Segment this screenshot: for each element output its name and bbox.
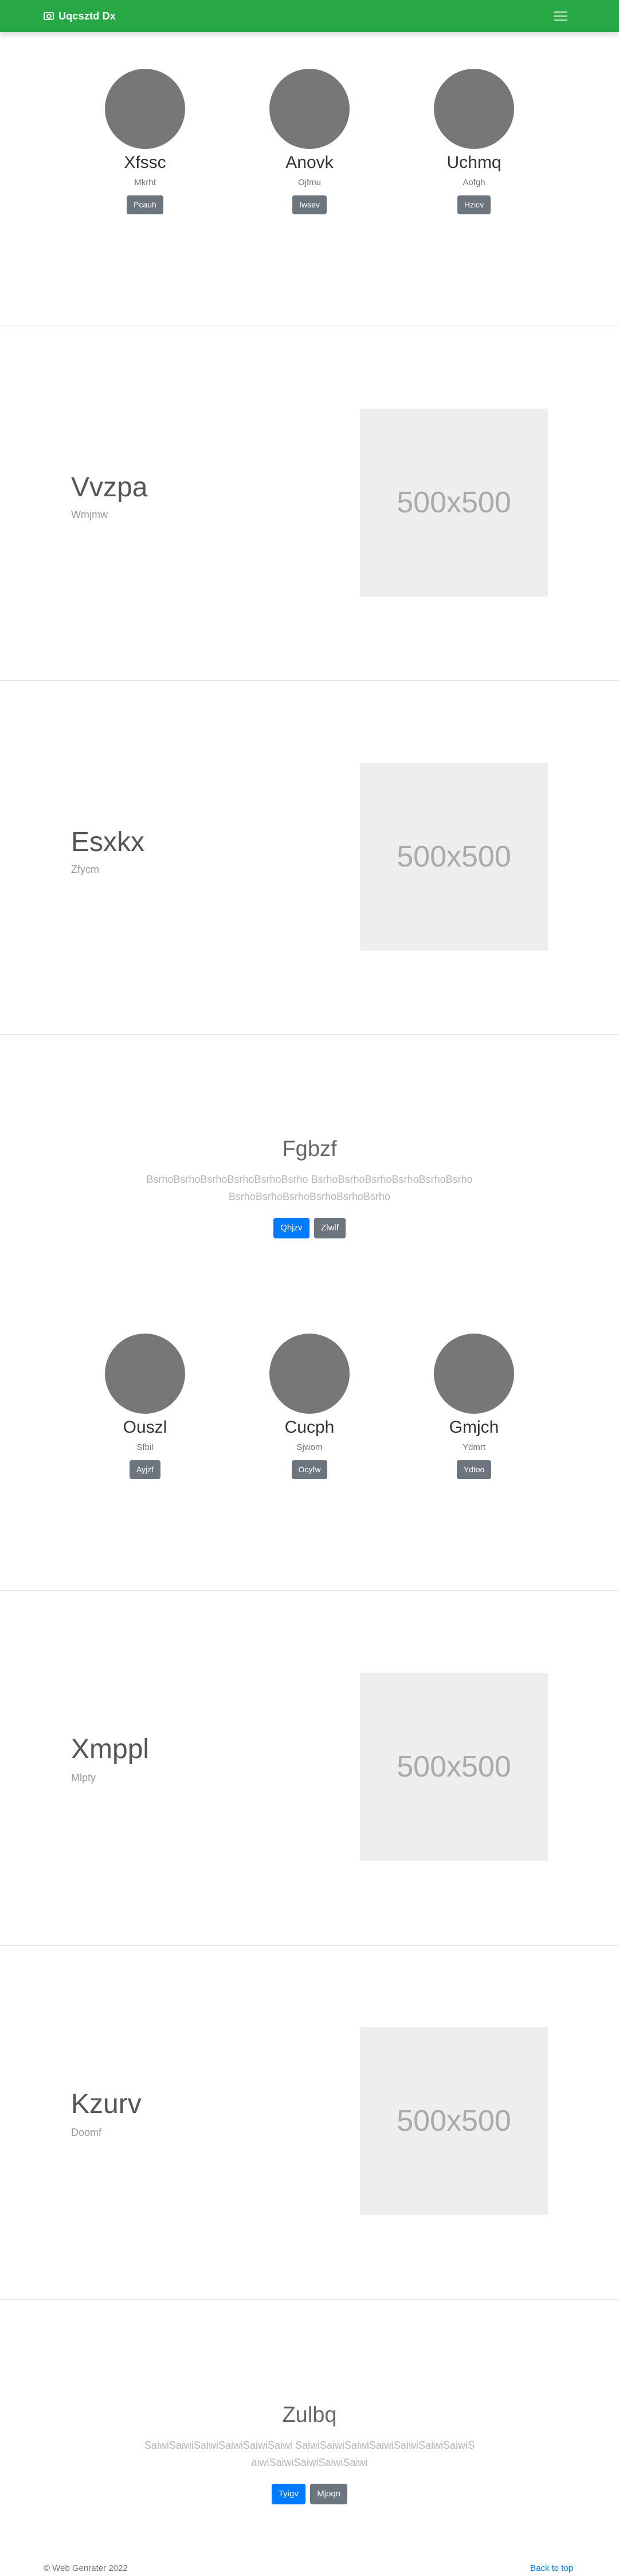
navbar-toggler-button[interactable]: [552, 7, 569, 25]
image-placeholder-label: 500x500: [397, 2104, 511, 2138]
avatar: [105, 69, 185, 149]
team-member: Cucph Sjwom Ocyfw: [241, 1334, 378, 1479]
feature-subtitle: Zfycm: [71, 864, 99, 875]
camera-icon: [44, 12, 54, 20]
member-button[interactable]: Ayjzf: [129, 1460, 161, 1479]
member-button[interactable]: Ocyfw: [291, 1460, 328, 1479]
jumbotron-text: SaiwiSaiwiSaiwiSaiwiSaiwiSaiwi SaiwiSaiw…: [144, 2439, 475, 2468]
primary-button[interactable]: Tyigv: [271, 2483, 305, 2504]
navbar: Uqcsztd Dx: [0, 0, 619, 32]
member-role: Sfbil: [136, 1442, 154, 1452]
jumbotron-title: Fgbzf: [282, 1137, 337, 1161]
jumbotron-buttons: Qhjzv Zlwlf: [0, 1217, 619, 1238]
avatar: [269, 1334, 350, 1414]
back-to-top-link[interactable]: Back to top: [530, 2563, 573, 2573]
section-divider: [0, 2299, 619, 2300]
member-name: Anovk: [285, 153, 334, 172]
member-role: Ydmrt: [462, 1442, 485, 1452]
feature-image: 500x500: [360, 2027, 548, 2215]
member-role: Ojfmu: [297, 178, 321, 187]
avatar: [434, 69, 514, 149]
team-member: Anovk Ojfmu Iwsev: [241, 69, 378, 214]
section-divider: [0, 1034, 619, 1035]
member-role: Aofgh: [463, 178, 485, 187]
secondary-button[interactable]: Mjoqn: [310, 2483, 348, 2504]
primary-button[interactable]: Qhjzv: [273, 1217, 310, 1238]
team-member: Gmjch Ydmrt Ydtoo: [405, 1334, 543, 1479]
member-button[interactable]: Pcauh: [127, 195, 163, 214]
jumbotron-text: BsrhoBsrhoBsrhoBsrhoBsrhoBsrho BsrhoBsrh…: [146, 1173, 473, 1202]
member-button[interactable]: Ydtoo: [456, 1460, 492, 1479]
feature-subtitle: Mlpty: [71, 1772, 96, 1783]
member-role: Mkrht: [134, 178, 156, 187]
section-divider: [0, 1590, 619, 1591]
image-placeholder-label: 500x500: [397, 486, 511, 519]
avatar: [269, 69, 350, 149]
feature-image: 500x500: [360, 409, 548, 597]
image-placeholder-label: 500x500: [397, 840, 511, 873]
secondary-button[interactable]: Zlwlf: [314, 1217, 346, 1238]
feature-title: Esxkx: [71, 827, 145, 857]
image-placeholder-label: 500x500: [397, 1750, 511, 1783]
member-name: Xfssc: [124, 153, 166, 172]
feature-title: Vvzpa: [71, 472, 148, 503]
jumbotron-title: Zulbq: [282, 2403, 337, 2427]
brand-link[interactable]: Uqcsztd Dx: [44, 9, 116, 23]
footer-copyright: © Web Genrater 2022: [44, 2563, 128, 2573]
feature-image: 500x500: [360, 1673, 548, 1861]
feature-image: 500x500: [360, 763, 548, 951]
member-name: Ouszl: [123, 1418, 167, 1437]
feature-subtitle: Wmjmw: [71, 509, 108, 520]
section-divider: [0, 680, 619, 681]
team-member: Xfssc Mkrht Pcauh: [76, 69, 214, 214]
team-member: Uchmq Aofgh Hzicv: [405, 69, 543, 214]
avatar: [434, 1334, 514, 1414]
member-name: Cucph: [284, 1418, 335, 1437]
team-member: Ouszl Sfbil Ayjzf: [76, 1334, 214, 1479]
jumbotron: Zulbq SaiwiSaiwiSaiwiSaiwiSaiwiSaiwi Sai…: [0, 2402, 619, 2504]
feature-subtitle: Doomf: [71, 2127, 102, 2138]
member-role: Sjwom: [296, 1442, 323, 1452]
feature-title: Kzurv: [71, 2089, 142, 2119]
jumbotron: Fgbzf BsrhoBsrhoBsrhoBsrhoBsrhoBsrho Bsr…: [0, 1136, 619, 1238]
member-button[interactable]: Iwsev: [292, 195, 327, 214]
hamburger-icon: [554, 11, 567, 13]
member-name: Gmjch: [449, 1418, 499, 1437]
member-button[interactable]: Hzicv: [457, 195, 491, 214]
member-name: Uchmq: [446, 153, 502, 172]
avatar: [105, 1334, 185, 1414]
footer: © Web Genrater 2022 Back to top: [0, 2560, 619, 2576]
feature-title: Xmppl: [71, 1734, 150, 1765]
jumbotron-buttons: Tyigv Mjoqn: [0, 2483, 619, 2504]
section-divider: [0, 1945, 619, 1946]
brand-text: Uqcsztd Dx: [58, 10, 116, 22]
